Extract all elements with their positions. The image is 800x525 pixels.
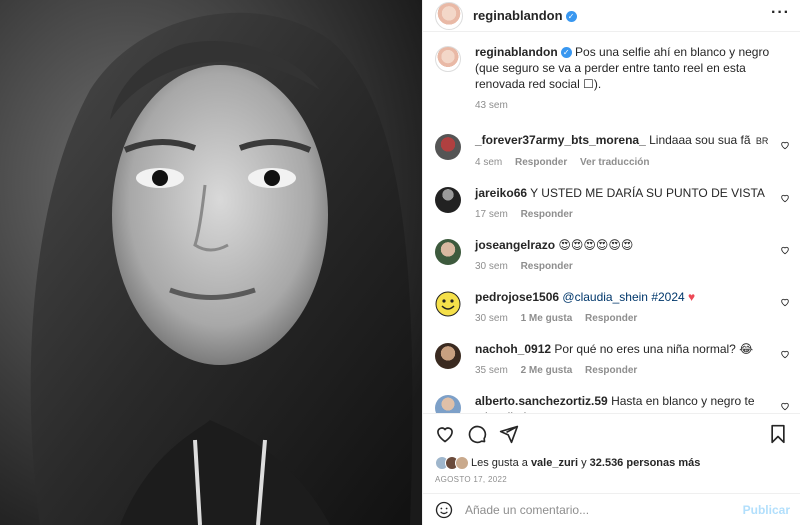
comment-username[interactable]: alberto.sanchezortiz.59 — [475, 394, 608, 408]
instagram-post-modal: reginablandon ✓ ··· reginablandon ✓ Pos un… — [0, 0, 800, 525]
author-username[interactable]: reginablandon — [473, 8, 563, 23]
comment-time[interactable]: 17 sem — [475, 209, 508, 220]
liker-avatars[interactable] — [435, 456, 469, 470]
heart-icon[interactable] — [780, 297, 790, 307]
share-icon[interactable] — [499, 424, 519, 444]
flag-label: BR — [755, 136, 769, 146]
comment-body: alberto.sanchezortiz.59 Hasta en blanco … — [475, 393, 790, 413]
caption: reginablandon ✓ Pos una selfie ahí en bla… — [435, 44, 790, 114]
comment-username[interactable]: _forever37army_bts_morena_ — [475, 133, 646, 147]
likes-count[interactable]: 32.536 personas más — [590, 457, 701, 469]
heart-icon[interactable] — [780, 401, 790, 411]
commenter-avatar[interactable] — [435, 343, 461, 369]
post-date[interactable]: AGOSTO 17, 2022 — [423, 473, 800, 493]
more-icon[interactable]: ··· — [771, 4, 790, 24]
comment-username[interactable]: joseangelrazo — [475, 238, 555, 252]
comment-meta: 30 sem Responder — [475, 259, 772, 275]
reply-button[interactable]: Responder — [521, 209, 573, 220]
likes-mid: y — [581, 457, 587, 469]
comment-time[interactable]: 30 sem — [475, 261, 508, 272]
heart-icon[interactable] — [780, 140, 790, 150]
comment-username[interactable]: jareiko66 — [475, 186, 527, 200]
comment-meta: 30 sem 1 Me gusta Responder — [475, 311, 772, 327]
comment: joseangelrazo 😍😍😍😍😍😍 30 sem Responder — [435, 237, 790, 275]
selfie-image — [0, 0, 422, 525]
caption-body: reginablandon ✓ Pos una selfie ahí en bla… — [475, 44, 790, 114]
heart-icon[interactable] — [780, 193, 790, 203]
mention-link[interactable]: @claudia_shein — [562, 290, 648, 304]
commenter-avatar[interactable] — [435, 187, 461, 213]
commenter-avatar[interactable] — [435, 291, 461, 317]
comment-text: Por qué no eres una niña normal? 😂 — [554, 342, 754, 356]
publish-button[interactable]: Publicar — [743, 503, 790, 517]
reply-button[interactable]: Responder — [585, 365, 637, 376]
comment-body: nachoh_0912 Por qué no eres una niña nor… — [475, 341, 790, 379]
comment-meta: 17 sem Responder — [475, 207, 772, 223]
comment-composer: Añade un comentario... Publicar — [423, 493, 800, 525]
comment-username[interactable]: nachoh_0912 — [475, 342, 551, 356]
reply-button[interactable]: Responder — [515, 157, 567, 168]
reply-button[interactable]: Responder — [585, 313, 637, 324]
comment-icon[interactable] — [467, 424, 487, 444]
likes-count[interactable]: 2 Me gusta — [521, 365, 573, 376]
heart-icon[interactable] — [780, 349, 790, 359]
post-photo[interactable] — [0, 0, 422, 525]
post-actions — [423, 413, 800, 453]
comment-input[interactable]: Añade un comentario... — [465, 503, 589, 517]
heart-icon[interactable] — [780, 245, 790, 255]
comment-time[interactable]: 30 sem — [475, 313, 508, 324]
comment: alberto.sanchezortiz.59 Hasta en blanco … — [435, 393, 790, 413]
comments-list: reginablandon ✓ Pos una selfie ahí en bla… — [423, 32, 800, 413]
comment-text: 😍😍😍😍😍😍 — [558, 238, 634, 252]
comment: pedrojose1506 @claudia_shein #2024 ♥ 30 … — [435, 289, 790, 327]
hashtag-link[interactable]: #2024 — [651, 290, 684, 304]
comment-body: _forever37army_bts_morena_ Lindaaa sou s… — [475, 132, 790, 171]
reply-button[interactable]: Responder — [521, 261, 573, 272]
likes-prefix: Les gusta a — [471, 457, 528, 469]
comment: jareiko66 Y USTED ME DARÍA SU PUNTO DE V… — [435, 185, 790, 223]
comment-body: pedrojose1506 @claudia_shein #2024 ♥ 30 … — [475, 289, 790, 327]
heart-emoji: ♥ — [688, 290, 696, 304]
author-avatar[interactable] — [435, 1, 463, 30]
comment-text: Lindaaa sou sua fã — [649, 133, 751, 147]
comment-body: jareiko66 Y USTED ME DARÍA SU PUNTO DE V… — [475, 185, 790, 223]
likes-summary: Les gusta a vale_zuri y 32.536 personas … — [423, 453, 800, 473]
comment-meta: 4 sem Responder Ver traducción — [475, 155, 772, 171]
caption-time[interactable]: 43 sem — [475, 100, 508, 111]
bookmark-icon[interactable] — [768, 424, 788, 444]
verified-icon: ✓ — [565, 11, 577, 22]
likes-user[interactable]: vale_zuri — [531, 457, 578, 469]
heart-icon[interactable] — [435, 424, 455, 444]
author-name-wrap: reginablandon ✓ — [473, 8, 577, 23]
commenter-avatar[interactable] — [435, 395, 461, 413]
comment: _forever37army_bts_morena_ Lindaaa sou s… — [435, 132, 790, 171]
post-side-panel: reginablandon ✓ ··· reginablandon ✓ Pos un… — [422, 0, 800, 525]
likes-count[interactable]: 1 Me gusta — [521, 313, 573, 324]
comment-username[interactable]: pedrojose1506 — [475, 290, 559, 304]
author-avatar[interactable] — [435, 46, 461, 72]
commenter-avatar[interactable] — [435, 134, 461, 160]
comment-time[interactable]: 4 sem — [475, 157, 502, 168]
translate-button[interactable]: Ver traducción — [580, 157, 649, 168]
comment-meta: 35 sem 2 Me gusta Responder — [475, 363, 772, 379]
verified-icon: ✓ — [560, 47, 572, 58]
comment-text: Y USTED ME DARÍA SU PUNTO DE VISTA — [530, 186, 765, 200]
emoji-icon[interactable] — [435, 501, 453, 519]
commenter-avatar[interactable] — [435, 239, 461, 265]
caption-meta: 43 sem — [475, 98, 772, 114]
comment-body: joseangelrazo 😍😍😍😍😍😍 30 sem Responder — [475, 237, 790, 275]
comment: nachoh_0912 Por qué no eres una niña nor… — [435, 341, 790, 379]
comment-time[interactable]: 35 sem — [475, 365, 508, 376]
post-header: reginablandon ✓ ··· — [423, 0, 800, 32]
caption-username[interactable]: reginablandon — [475, 45, 558, 59]
